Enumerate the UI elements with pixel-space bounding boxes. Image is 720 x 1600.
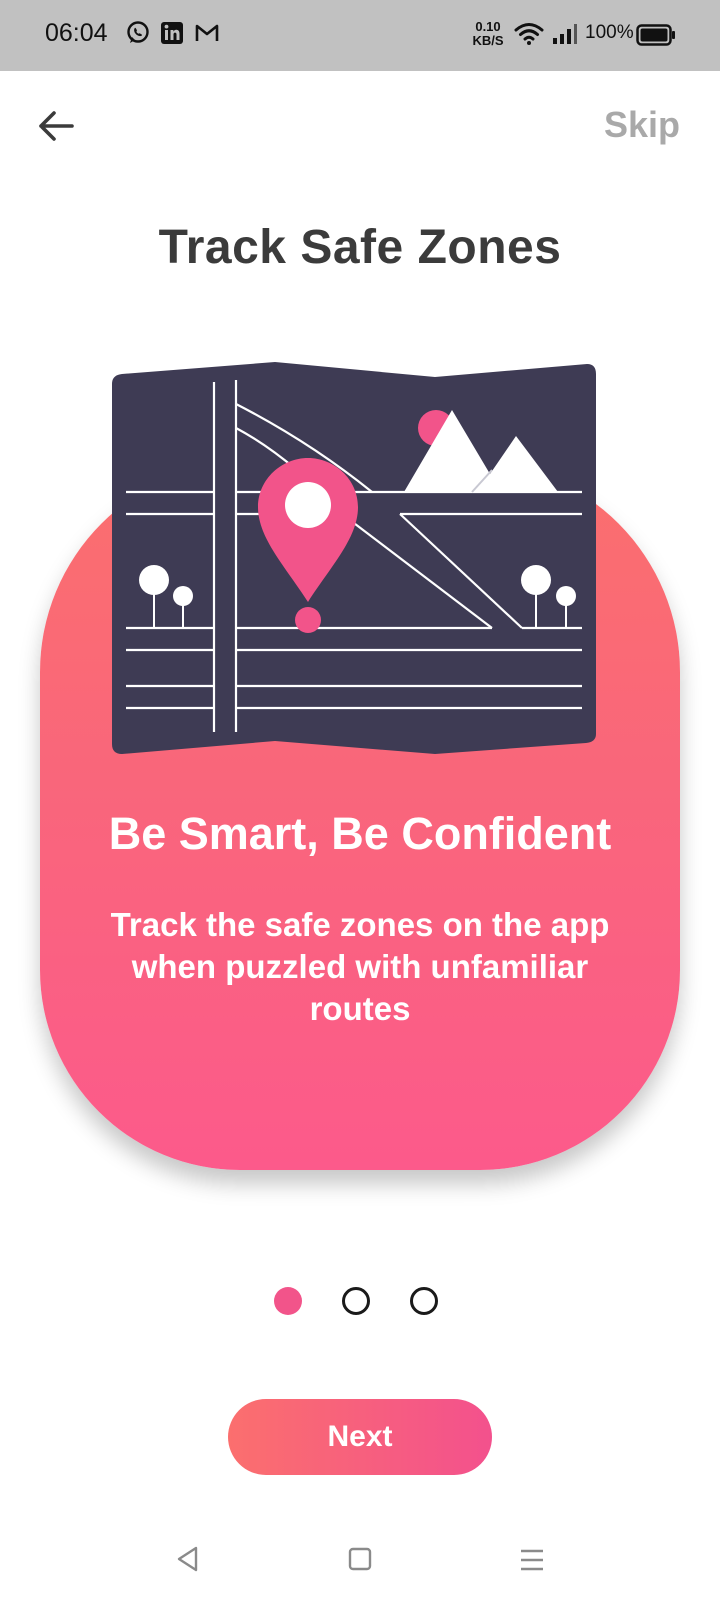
back-triangle-icon[interactable] <box>174 1544 202 1574</box>
page-dot-3[interactable] <box>410 1287 438 1315</box>
skip-button[interactable]: Skip <box>604 104 680 146</box>
arrow-left-icon <box>39 111 74 141</box>
network-speed-unit: KB/S <box>472 33 504 48</box>
network-speed: 0.10 KB/S <box>470 20 506 48</box>
page-dot-1[interactable] <box>274 1287 302 1315</box>
network-speed-value: 0.10 <box>475 19 501 34</box>
map-illustration <box>112 362 596 754</box>
card-description: Track the safe zones on the app when puz… <box>110 906 610 1027</box>
battery-percent: 100% <box>585 22 634 43</box>
signal-icon <box>553 24 577 44</box>
back-button[interactable] <box>34 104 78 148</box>
gmail-icon <box>195 24 219 41</box>
notification-icons <box>126 20 220 46</box>
wifi-icon <box>514 23 544 45</box>
page-title: Track Safe Zones <box>158 221 562 274</box>
menu-lines-icon[interactable] <box>518 1546 546 1574</box>
whatsapp-icon <box>127 21 149 43</box>
system-nav-bar <box>0 1530 720 1600</box>
home-square-icon[interactable] <box>346 1544 374 1574</box>
page-indicator <box>274 1287 438 1315</box>
linkedin-icon <box>161 22 183 44</box>
status-bar: 06:04 0.10 KB/S 100% <box>0 0 720 71</box>
page-dot-2[interactable] <box>342 1287 370 1315</box>
battery-icon <box>636 24 675 46</box>
card-heading: Be Smart, Be Confident <box>108 808 612 859</box>
status-time: 06:04 <box>45 19 108 47</box>
next-button[interactable]: Next <box>228 1399 492 1475</box>
